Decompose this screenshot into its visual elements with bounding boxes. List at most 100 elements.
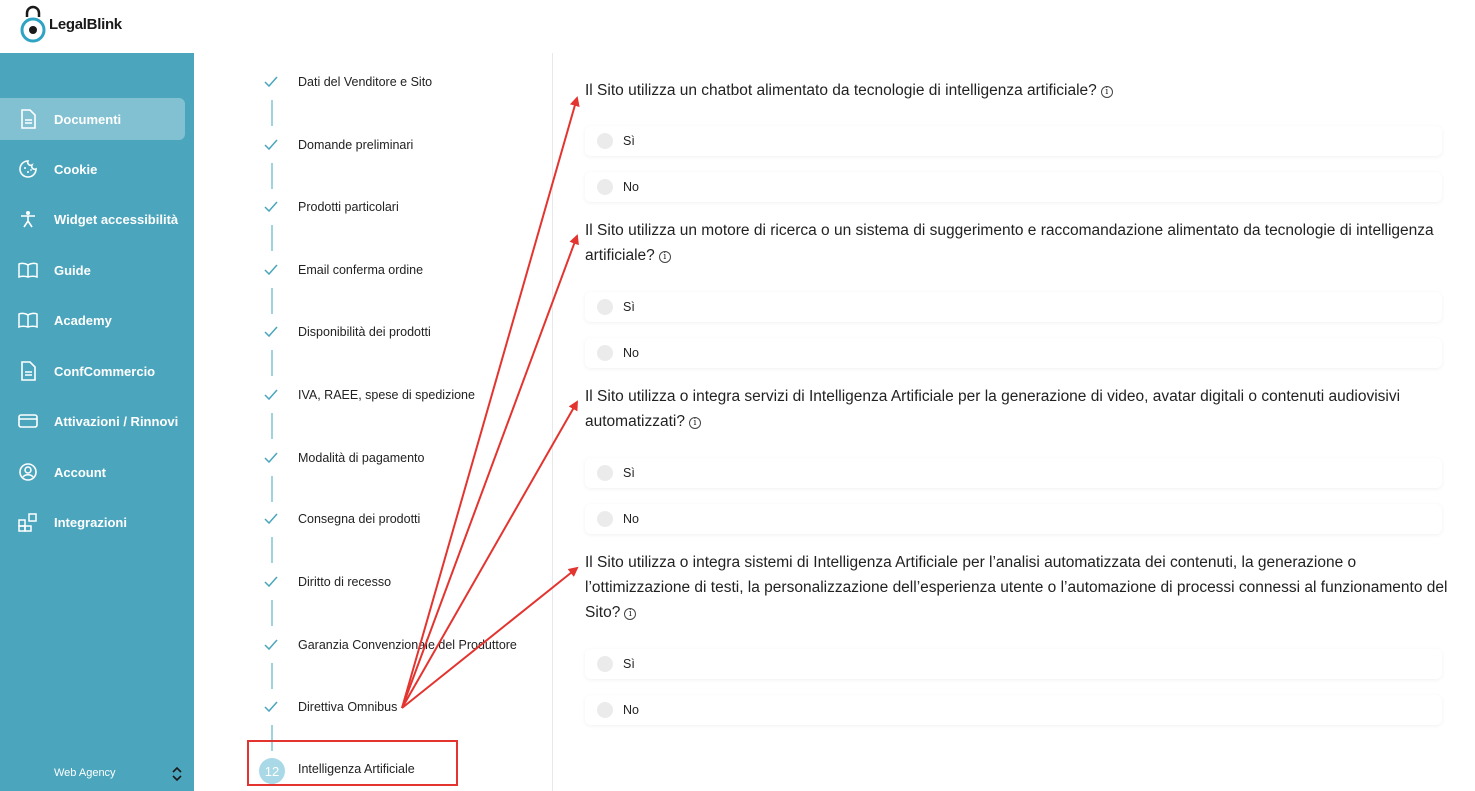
- sidebar: Documenti Cookie Widget accessibilità Gu…: [0, 53, 194, 791]
- option-no[interactable]: No: [585, 172, 1442, 202]
- option-label: Sì: [623, 657, 635, 671]
- lock-logo-icon: [20, 5, 46, 43]
- info-icon[interactable]: i: [624, 608, 637, 620]
- question-label: Il Sito utilizza o integra servizi di In…: [585, 388, 1401, 430]
- step-connector: [271, 225, 273, 251]
- option-no[interactable]: No: [585, 338, 1442, 368]
- option-label: No: [623, 346, 639, 360]
- step-completed[interactable]: Direttiva Omnibus: [228, 695, 553, 719]
- option-label: No: [623, 512, 639, 526]
- option-label: No: [623, 180, 639, 194]
- step-connector: [271, 537, 273, 563]
- step-completed[interactable]: Garanzia Convenzionale del Produttore: [228, 633, 553, 657]
- checkmark-icon: [264, 452, 278, 464]
- step-connector: [271, 413, 273, 439]
- option-si[interactable]: Sì: [585, 458, 1442, 488]
- option-no[interactable]: No: [585, 504, 1442, 534]
- checkmark-icon: [264, 639, 278, 651]
- radio-button[interactable]: [597, 345, 613, 361]
- step-label: Modalità di pagamento: [298, 451, 425, 465]
- step-completed[interactable]: IVA, RAEE, spese di spedizione: [228, 383, 553, 407]
- step-connector: [271, 350, 273, 376]
- step-connector: [271, 600, 273, 626]
- cookie-icon: [18, 159, 38, 179]
- step-label: Garanzia Convenzionale del Produttore: [298, 638, 517, 652]
- sidebar-item-label: Widget accessibilità: [54, 211, 179, 227]
- info-icon[interactable]: i: [1100, 86, 1113, 98]
- radio-button[interactable]: [597, 656, 613, 672]
- annotation-highlight-box: [247, 740, 458, 786]
- sidebar-item-label: Academy: [54, 312, 112, 328]
- info-icon[interactable]: i: [658, 251, 671, 263]
- checkmark-icon: [264, 389, 278, 401]
- sidebar-item-label: Account: [54, 464, 106, 480]
- option-si[interactable]: Sì: [585, 649, 1442, 679]
- checkmark-icon: [264, 326, 278, 338]
- checkmark-icon: [264, 701, 278, 713]
- step-completed[interactable]: Diritto di recesso: [228, 570, 553, 594]
- step-label: Email conferma ordine: [298, 263, 424, 277]
- document-icon: [18, 361, 38, 381]
- step-label: Dati del Venditore e Sito: [298, 75, 433, 89]
- option-si[interactable]: Sì: [585, 292, 1442, 322]
- step-connector: [271, 288, 273, 314]
- credit-card-icon: [18, 411, 38, 431]
- step-completed[interactable]: Dati del Venditore e Sito: [228, 70, 553, 94]
- sidebar-item-label: Integrazioni: [54, 514, 127, 530]
- option-label: Sì: [623, 134, 635, 148]
- step-label: IVA, RAEE, spese di spedizione: [298, 388, 475, 402]
- radio-button[interactable]: [597, 299, 613, 315]
- step-connector: [271, 663, 273, 689]
- book-icon: [18, 260, 38, 280]
- brand-name: LegalBlink: [49, 15, 122, 33]
- question-label: Il Sito utilizza o integra sistemi di In…: [585, 554, 1448, 621]
- steps-panel: [228, 53, 553, 791]
- user-icon: [18, 462, 38, 482]
- question-label: Il Sito utilizza un chatbot alimentato d…: [585, 82, 1097, 99]
- sidebar-item-label: ConfCommercio: [54, 363, 156, 379]
- document-icon: [18, 109, 38, 129]
- radio-button[interactable]: [597, 702, 613, 718]
- step-completed[interactable]: Modalità di pagamento: [228, 446, 553, 470]
- sidebar-item-attivazioni-rinnovi[interactable]: Attivazioni / Rinnovi: [0, 400, 185, 442]
- question-label: Il Sito utilizza un motore di ricerca o …: [585, 222, 1434, 264]
- sidebar-item-academy[interactable]: Academy: [0, 299, 185, 341]
- option-no[interactable]: No: [585, 695, 1442, 725]
- step-label: Consegna dei prodotti: [298, 512, 421, 526]
- logo[interactable]: LegalBlink: [20, 5, 122, 43]
- sidebar-item-integrazioni[interactable]: Integrazioni: [0, 501, 185, 543]
- sidebar-item-label: Guide: [54, 262, 91, 278]
- chevron-up-down-icon[interactable]: [170, 764, 184, 784]
- info-icon[interactable]: i: [688, 417, 701, 429]
- step-connector: [271, 100, 273, 126]
- sidebar-item-guide[interactable]: Guide: [0, 249, 185, 291]
- radio-button[interactable]: [597, 133, 613, 149]
- step-label: Domande preliminari: [298, 138, 414, 152]
- sidebar-item-label: Cookie: [54, 161, 98, 177]
- checkmark-icon: [264, 139, 278, 151]
- sidebar-item-confcommercio[interactable]: ConfCommercio: [0, 350, 185, 392]
- sidebar-item-label: Documenti: [54, 111, 122, 127]
- step-completed[interactable]: Domande preliminari: [228, 133, 553, 157]
- checkmark-icon: [264, 576, 278, 588]
- sidebar-item-label: Attivazioni / Rinnovi: [54, 413, 179, 429]
- sidebar-item-documenti[interactable]: Documenti: [0, 98, 185, 140]
- book-icon: [18, 310, 38, 330]
- step-completed[interactable]: Prodotti particolari: [228, 195, 553, 219]
- question-text: Il Sito utilizza o integra sistemi di In…: [585, 550, 1455, 625]
- sidebar-item-widget-accessibilita[interactable]: Widget accessibilità: [0, 198, 185, 240]
- step-completed[interactable]: Disponibilità dei prodotti: [228, 320, 553, 344]
- option-si[interactable]: Sì: [585, 126, 1442, 156]
- top-bar: LegalBlink: [0, 0, 1475, 53]
- accessibility-icon: [18, 209, 38, 229]
- step-connector: [271, 476, 273, 502]
- radio-button[interactable]: [597, 465, 613, 481]
- sidebar-item-cookie[interactable]: Cookie: [0, 148, 185, 190]
- radio-button[interactable]: [597, 511, 613, 527]
- sidebar-item-account[interactable]: Account: [0, 451, 185, 493]
- step-completed[interactable]: Consegna dei prodotti: [228, 507, 553, 531]
- checkmark-icon: [264, 264, 278, 276]
- radio-button[interactable]: [597, 179, 613, 195]
- step-completed[interactable]: Email conferma ordine: [228, 258, 553, 282]
- option-label: Sì: [623, 300, 635, 314]
